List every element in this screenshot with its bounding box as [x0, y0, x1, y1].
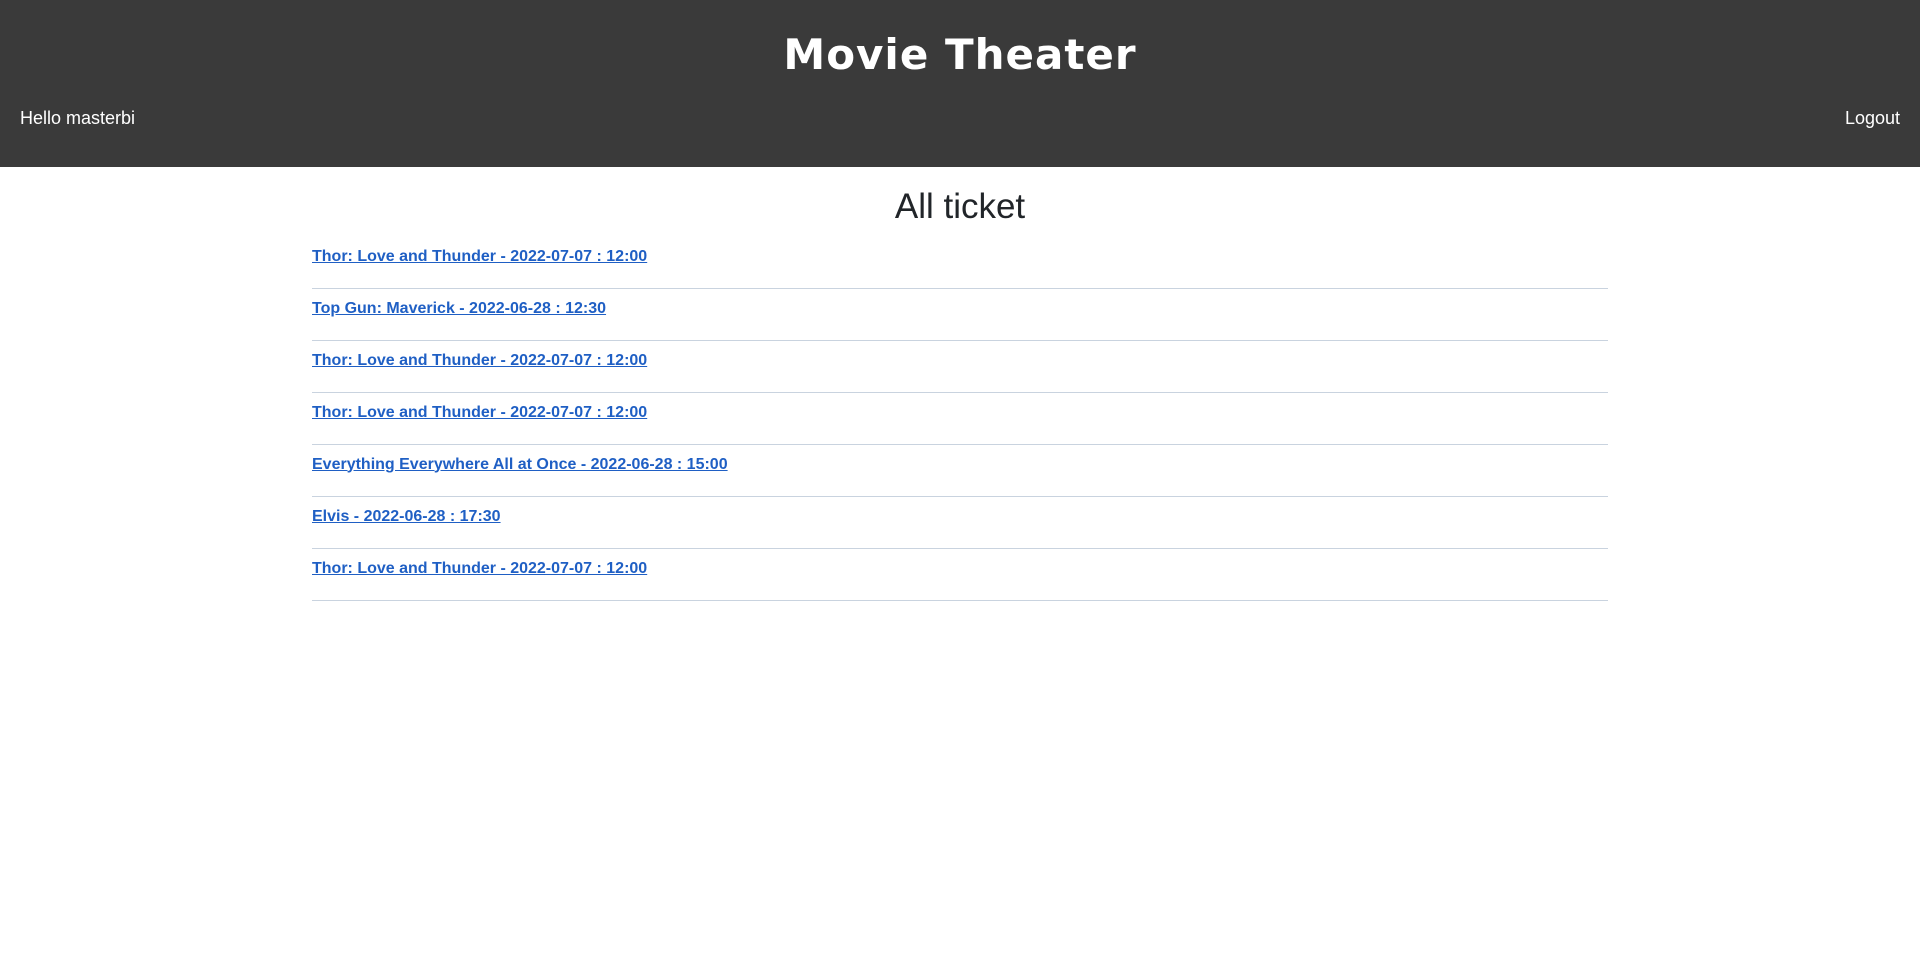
user-greeting: Hello masterbi [20, 108, 136, 128]
logout-link[interactable]: Logout [1845, 108, 1900, 129]
site-brand: Movie Theater [783, 30, 1137, 79]
ticket-item: Everything Everywhere All at Once - 2022… [312, 445, 1608, 497]
main-content: All ticket Thor: Love and Thunder - 2022… [312, 167, 1608, 601]
page-title: All ticket [894, 187, 1026, 226]
ticket-item: Elvis - 2022-06-28 : 17:30 [312, 497, 1608, 549]
ticket-list: Thor: Love and Thunder - 2022-07-07 : 12… [312, 237, 1608, 601]
ticket-link[interactable]: Thor: Love and Thunder - 2022-07-07 : 12… [312, 248, 647, 266]
ticket-link[interactable]: Everything Everywhere All at Once - 2022… [312, 456, 728, 474]
ticket-item: Thor: Love and Thunder - 2022-07-07 : 12… [312, 341, 1608, 393]
ticket-link[interactable]: Thor: Love and Thunder - 2022-07-07 : 12… [312, 560, 647, 578]
ticket-link[interactable]: Thor: Love and Thunder - 2022-07-07 : 12… [312, 352, 647, 370]
site-header: Movie Theater Hello masterbi Logout [0, 0, 1920, 167]
ticket-item: Thor: Love and Thunder - 2022-07-07 : 12… [312, 549, 1608, 601]
ticket-link[interactable]: Elvis - 2022-06-28 : 17:30 [312, 508, 501, 526]
ticket-link[interactable]: Top Gun: Maverick - 2022-06-28 : 12:30 [312, 300, 606, 318]
ticket-item: Thor: Love and Thunder - 2022-07-07 : 12… [312, 393, 1608, 445]
ticket-item: Thor: Love and Thunder - 2022-07-07 : 12… [312, 237, 1608, 289]
ticket-link[interactable]: Thor: Love and Thunder - 2022-07-07 : 12… [312, 404, 647, 422]
ticket-item: Top Gun: Maverick - 2022-06-28 : 12:30 [312, 289, 1608, 341]
